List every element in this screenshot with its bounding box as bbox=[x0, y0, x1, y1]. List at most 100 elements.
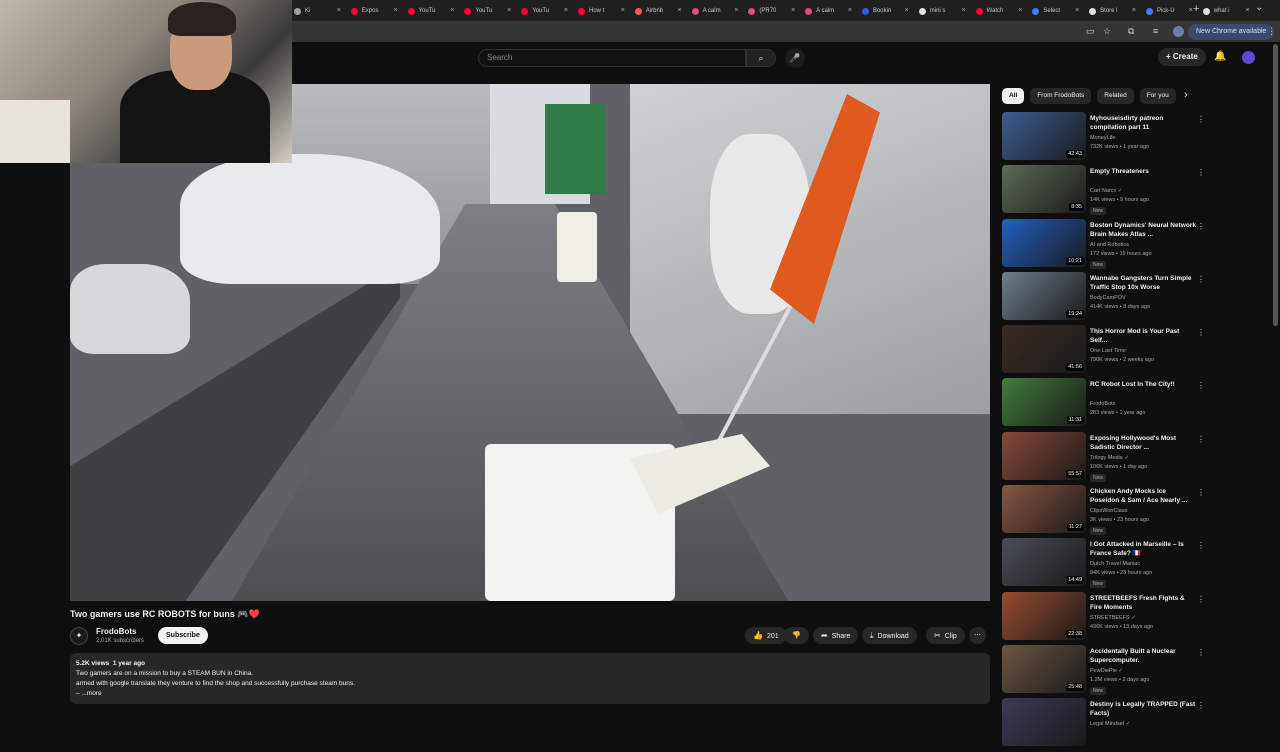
chevron-right-icon[interactable]: › bbox=[1184, 89, 1188, 101]
chip-all[interactable]: All bbox=[1002, 88, 1025, 104]
recommendation-item[interactable]: 11:27 Chicken Andy Mocks Ice Poseidon & S… bbox=[1002, 485, 1212, 538]
recommendation-thumbnail[interactable]: 55:57 bbox=[1002, 431, 1086, 480]
chrome-profile-avatar[interactable] bbox=[1173, 26, 1184, 37]
channel-avatar[interactable]: ✦ bbox=[70, 627, 88, 645]
extensions-icon[interactable]: ⧉ bbox=[1128, 26, 1134, 37]
recommendation-item[interactable]: 42:43 Myhouseisdirty patreon compilation … bbox=[1002, 112, 1212, 165]
more-vertical-icon[interactable]: ⋮ bbox=[1197, 168, 1205, 177]
tab-close-icon[interactable]: × bbox=[621, 7, 625, 14]
create-button[interactable]: + Create bbox=[1158, 48, 1206, 66]
chip-related[interactable]: Related bbox=[1097, 88, 1134, 104]
media-controls-icon[interactable]: ≡ bbox=[1153, 26, 1158, 36]
browser-tab[interactable]: YouTu × bbox=[460, 3, 517, 19]
tab-close-icon[interactable]: × bbox=[1245, 7, 1249, 14]
browser-tab[interactable]: A calm × bbox=[688, 3, 745, 19]
browser-tab[interactable]: YouTu × bbox=[404, 3, 461, 19]
recommendation-thumbnail[interactable]: 14:49 bbox=[1002, 538, 1086, 587]
recommendation-item[interactable]: 19:24 Wannabe Gangsters Turn Simple Traff… bbox=[1002, 271, 1212, 325]
browser-tab[interactable]: Watch × bbox=[972, 3, 1029, 19]
download-button[interactable]: ⤓ Download bbox=[862, 627, 917, 644]
tab-close-icon[interactable]: × bbox=[905, 7, 909, 14]
tab-close-icon[interactable]: × bbox=[1075, 7, 1079, 14]
description-more-link[interactable]: – ...more bbox=[76, 689, 984, 699]
channel-name[interactable]: FrodoBots bbox=[96, 627, 136, 636]
more-vertical-icon[interactable]: ⋮ bbox=[1197, 701, 1205, 710]
browser-tab[interactable]: mini s × bbox=[915, 3, 972, 19]
cast-icon[interactable]: ▭ bbox=[1086, 26, 1095, 37]
browser-tab[interactable]: A calm × bbox=[801, 3, 858, 19]
browser-tab[interactable]: Airbnb × bbox=[631, 3, 688, 19]
new-tab-button[interactable]: + bbox=[1193, 3, 1199, 15]
recommendation-item[interactable]: 10:21 Boston Dynamics' Neural Network Bra… bbox=[1002, 218, 1212, 272]
subscribe-button[interactable]: Subscribe bbox=[158, 627, 208, 644]
dislike-button[interactable]: 👎 bbox=[784, 627, 809, 644]
search-button[interactable]: ⌕ bbox=[746, 49, 776, 67]
tab-close-icon[interactable]: × bbox=[1018, 7, 1022, 14]
more-vertical-icon[interactable]: ⋮ bbox=[1197, 328, 1205, 337]
recommendation-item[interactable]: 41:56 This Horror Mod is Your Past Self..… bbox=[1002, 325, 1212, 378]
recommendation-item[interactable]: 8:35 Empty Threateners Cart Narcs ✓ 14K vie… bbox=[1002, 165, 1212, 218]
chip-for-you[interactable]: For you bbox=[1139, 88, 1176, 104]
search-input[interactable]: Search bbox=[478, 49, 746, 67]
tab-close-icon[interactable]: × bbox=[961, 7, 965, 14]
account-avatar[interactable] bbox=[1242, 51, 1255, 64]
page-scrollbar[interactable] bbox=[1273, 44, 1278, 326]
more-vertical-icon[interactable]: ⋮ bbox=[1197, 275, 1205, 284]
recommendation-thumbnail[interactable]: 25:48 bbox=[1002, 644, 1086, 693]
tab-close-icon[interactable]: × bbox=[507, 7, 511, 14]
browser-tab[interactable]: Expos × bbox=[347, 3, 404, 19]
more-vertical-icon[interactable]: ⋮ bbox=[1197, 595, 1205, 604]
tab-close-icon[interactable]: × bbox=[564, 7, 568, 14]
recommendation-thumbnail[interactable]: 11:31 bbox=[1002, 378, 1086, 427]
recommendation-item[interactable]: 14:49 I Got Attacked in Marseille – Is Fr… bbox=[1002, 538, 1212, 591]
browser-tab[interactable]: Bookin × bbox=[858, 3, 915, 19]
browser-tab[interactable]: Store l × bbox=[1085, 3, 1142, 19]
tab-close-icon[interactable]: × bbox=[394, 7, 398, 14]
browser-tab[interactable]: (PR70 × bbox=[744, 3, 801, 19]
notifications-bell-icon[interactable]: 🔔 bbox=[1214, 51, 1226, 62]
recommendation-thumbnail[interactable] bbox=[1002, 698, 1086, 747]
chrome-update-button[interactable]: New Chrome available bbox=[1188, 24, 1275, 40]
browser-tab[interactable]: Ki × bbox=[290, 3, 347, 19]
tab-close-icon[interactable]: × bbox=[450, 7, 454, 14]
like-button[interactable]: 👍 201 bbox=[745, 627, 787, 644]
browser-tab[interactable]: YouTu × bbox=[517, 3, 574, 19]
more-vertical-icon[interactable]: ⋮ bbox=[1197, 488, 1205, 497]
description-box[interactable]: 5.2K views 1 year ago Two gamers are on … bbox=[70, 653, 990, 704]
browser-tab[interactable]: How t × bbox=[574, 3, 631, 19]
recommendation-thumbnail[interactable]: 10:21 bbox=[1002, 218, 1086, 267]
more-actions-button[interactable]: ⋯ bbox=[969, 627, 986, 644]
browser-tab[interactable]: Pick-U × bbox=[1142, 3, 1199, 19]
tab-close-icon[interactable]: × bbox=[1132, 7, 1136, 14]
recommendation-thumbnail[interactable]: 41:56 bbox=[1002, 325, 1086, 374]
more-vertical-icon[interactable]: ⋮ bbox=[1197, 435, 1205, 444]
recommendation-thumbnail[interactable]: 42:43 bbox=[1002, 112, 1086, 160]
clip-button[interactable]: ✂ Clip bbox=[926, 627, 965, 644]
recommendation-thumbnail[interactable]: 11:27 bbox=[1002, 485, 1086, 534]
browser-tab[interactable]: Select × bbox=[1028, 3, 1085, 19]
more-vertical-icon[interactable]: ⋮ bbox=[1197, 115, 1205, 124]
voice-search-button[interactable]: 🎤 bbox=[785, 48, 805, 68]
recommendation-item[interactable]: Destiny is Legally TRAPPED (Fast Facts) L… bbox=[1002, 698, 1212, 751]
recommendation-thumbnail[interactable]: 22:38 bbox=[1002, 591, 1086, 640]
tab-close-icon[interactable]: × bbox=[848, 7, 852, 14]
browser-tab[interactable]: what i × bbox=[1199, 3, 1256, 19]
recommendation-item[interactable]: 55:57 Exposing Hollywood's Most Sadistic … bbox=[1002, 431, 1212, 485]
share-button[interactable]: ➦ Share bbox=[813, 627, 859, 644]
more-vertical-icon[interactable]: ⋮ bbox=[1197, 222, 1205, 231]
recommendation-item[interactable]: 22:38 STREETBEEFS Fresh Fights & Fire Mom… bbox=[1002, 591, 1212, 645]
recommendation-item[interactable]: 25:48 Accidentally Built a Nuclear Superc… bbox=[1002, 644, 1212, 698]
recommendation-thumbnail[interactable]: 19:24 bbox=[1002, 271, 1086, 320]
tab-close-icon[interactable]: × bbox=[734, 7, 738, 14]
recommendation-thumbnail[interactable]: 8:35 bbox=[1002, 165, 1086, 214]
tab-close-icon[interactable]: × bbox=[791, 7, 795, 14]
bookmark-star-icon[interactable]: ☆ bbox=[1103, 26, 1111, 37]
more-vertical-icon[interactable]: ⋮ bbox=[1197, 541, 1205, 550]
more-vertical-icon[interactable]: ⋮ bbox=[1197, 648, 1205, 657]
chrome-menu-icon[interactable]: ⋮ bbox=[1267, 26, 1276, 37]
recommendation-item[interactable]: 11:31 RC Robot Lost In The City!! FrodoBot… bbox=[1002, 378, 1212, 431]
more-vertical-icon[interactable]: ⋮ bbox=[1197, 381, 1205, 390]
tab-search-icon[interactable]: ⌄ bbox=[1255, 2, 1263, 13]
chip-from-channel[interactable]: From FrodoBots bbox=[1030, 88, 1092, 104]
tab-close-icon[interactable]: × bbox=[337, 7, 341, 14]
